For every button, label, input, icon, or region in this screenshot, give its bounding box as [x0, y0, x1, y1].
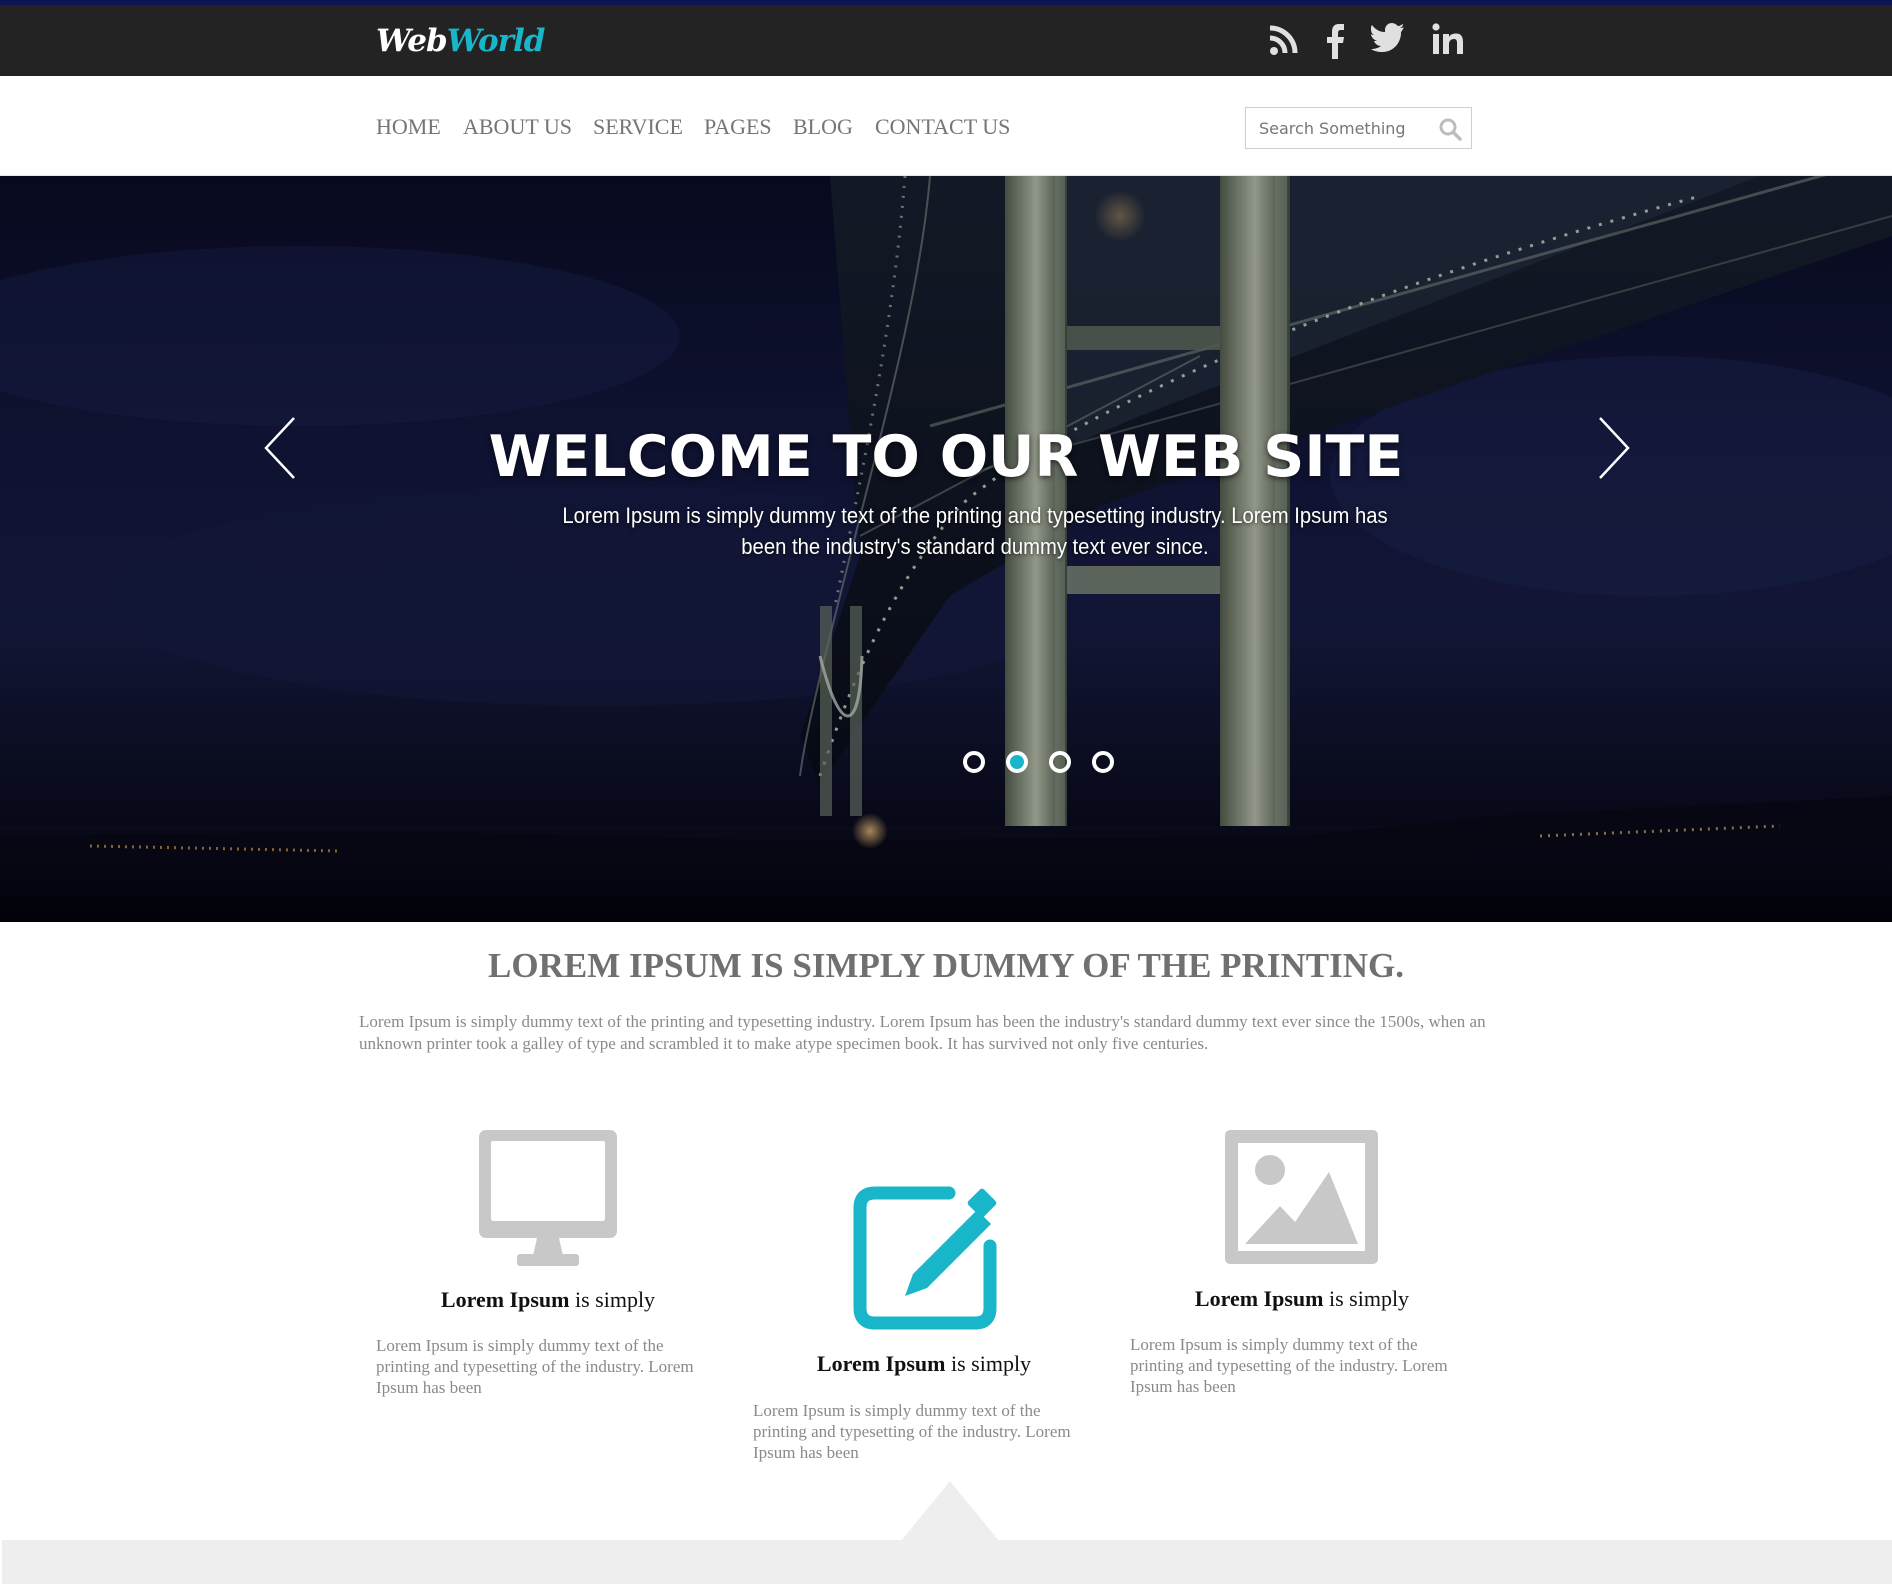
slide-dot-3[interactable] [1049, 751, 1071, 773]
feature-text-1: Lorem Ipsum is simply dummy text of the … [376, 1336, 694, 1397]
main-navigation: HOME ABOUT US SERVICE PAGES BLOG CONTACT… [0, 76, 1892, 176]
search-box [1245, 107, 1472, 149]
nav-item-pages[interactable]: PAGES [704, 114, 772, 140]
nav-item-blog[interactable]: BLOG [793, 114, 853, 140]
hero-slider: WELCOME TO OUR WEB SITE Lorem Ipsum is s… [0, 176, 1892, 922]
rss-icon[interactable] [1268, 23, 1300, 63]
feature-title-1: Lorem Ipsum is simply [440, 1287, 656, 1312]
top-bar: WebWorld [0, 0, 1892, 76]
linkedin-icon[interactable] [1432, 23, 1464, 63]
logo-part-web: Web [376, 23, 448, 59]
hero-subtitle: Lorem Ipsum is simply dummy text of the … [562, 503, 1388, 559]
slide-dot-4[interactable] [1092, 751, 1114, 773]
search-input[interactable] [1246, 108, 1432, 148]
slide-dot-2[interactable] [1006, 751, 1028, 773]
logo-part-world: World [446, 23, 546, 59]
intro-paragraph: Lorem Ipsum is simply dummy text of the … [359, 1012, 1486, 1053]
monitor-icon [479, 1130, 617, 1271]
footer-pointer [901, 1481, 999, 1541]
feature-title-3: Lorem Ipsum is simply [1194, 1286, 1410, 1311]
slide-dot-1[interactable] [963, 751, 985, 773]
nav-item-service[interactable]: SERVICE [593, 114, 683, 140]
edit-icon [853, 1186, 997, 1335]
facebook-icon[interactable] [1325, 23, 1345, 63]
nav-item-about-us[interactable]: ABOUT US [463, 114, 572, 140]
feature-text-2: Lorem Ipsum is simply dummy text of the … [753, 1401, 1071, 1462]
nav-item-home[interactable]: HOME [376, 114, 441, 140]
feature-text-3: Lorem Ipsum is simply dummy text of the … [1130, 1335, 1448, 1396]
footer-band [2, 1540, 1892, 1584]
hero-title: WELCOME TO OUR WEB SITE [488, 424, 1404, 490]
site-logo[interactable]: WebWorld [376, 19, 546, 63]
search-icon[interactable] [1438, 117, 1462, 146]
nav-item-contact-us[interactable]: CONTACT US [875, 114, 1010, 140]
image-icon [1225, 1130, 1378, 1269]
feature-title-2: Lorem Ipsum is simply [816, 1351, 1032, 1376]
twitter-icon[interactable] [1371, 23, 1405, 63]
intro-heading: LOREM IPSUM IS SIMPLY DUMMY OF THE PRINT… [488, 946, 1404, 985]
